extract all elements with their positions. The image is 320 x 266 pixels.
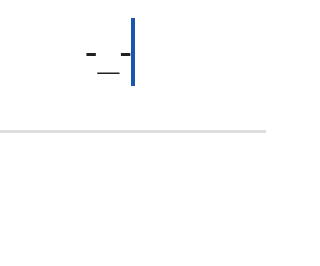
google-g-icon xyxy=(0,12,18,84)
search-screen: -_- xyxy=(0,0,266,266)
results-area xyxy=(0,133,266,266)
search-bar[interactable]: -_- xyxy=(0,0,266,132)
text-cursor xyxy=(131,18,135,86)
search-input[interactable]: -_- xyxy=(80,33,137,73)
